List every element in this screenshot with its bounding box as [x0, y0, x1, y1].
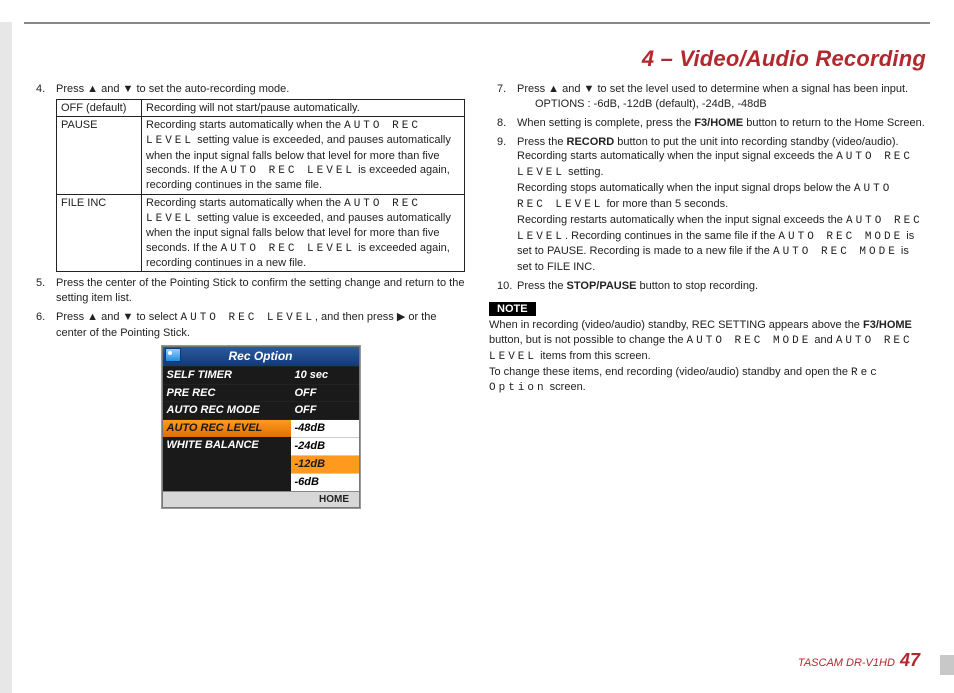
- device-sub-row-highlight: -12dB: [163, 455, 359, 473]
- note-para-2: To change these items, end recording (vi…: [489, 365, 926, 397]
- step4-text: Press ▲ and ▼ to set the auto-recording …: [56, 83, 289, 95]
- steps-left: Press ▲ and ▼ to set the auto-recording …: [28, 82, 465, 508]
- step-8: When setting is complete, press the F3/H…: [517, 116, 926, 131]
- camera-icon: [165, 348, 181, 362]
- table-row: FILE INC Recording starts automatically …: [57, 194, 465, 271]
- device-row: SELF TIMER10 sec: [163, 366, 359, 384]
- right-column: Press ▲ and ▼ to set the level used to d…: [489, 82, 926, 512]
- device-softkeys: HOME: [163, 491, 359, 508]
- cell-off-desc: Recording will not start/pause automatic…: [142, 99, 465, 116]
- model-label: TASCAM DR-V1HD: [798, 657, 895, 669]
- step-5: Press the center of the Pointing Stick t…: [56, 276, 465, 306]
- cell-pause: PAUSE: [57, 117, 142, 194]
- step9-line3: Recording restarts automatically when th…: [517, 213, 926, 275]
- step-10: Press the STOP/PAUSE button to stop reco…: [517, 279, 926, 294]
- cell-fileinc-desc: Recording starts automatically when the …: [142, 194, 465, 271]
- table-row: PAUSE Recording starts automatically whe…: [57, 117, 465, 194]
- note-para-1: When in recording (video/audio) standby,…: [489, 318, 926, 365]
- cell-fileinc: FILE INC: [57, 194, 142, 271]
- step-9: Press the RECORD button to put the unit …: [517, 135, 926, 276]
- device-row: AUTO REC MODEOFF: [163, 401, 359, 419]
- note-badge: NOTE: [489, 302, 536, 316]
- table-row: OFF (default) Recording will not start/p…: [57, 99, 465, 116]
- step-4: Press ▲ and ▼ to set the auto-recording …: [56, 82, 465, 272]
- page-number: 47: [900, 650, 920, 670]
- cell-off: OFF (default): [57, 99, 142, 116]
- binding-gutter: [0, 22, 12, 693]
- chapter-title: 4 – Video/Audio Recording: [642, 46, 926, 72]
- device-title: Rec Option: [163, 347, 359, 365]
- page-footer: TASCAM DR-V1HD 47: [798, 650, 920, 671]
- content-columns: Press ▲ and ▼ to set the auto-recording …: [0, 24, 954, 512]
- thumb-tab: [940, 655, 954, 675]
- step7-options: OPTIONS : -6dB, -12dB (default), -24dB, …: [535, 97, 926, 112]
- device-row: PRE RECOFF: [163, 384, 359, 402]
- steps-right: Press ▲ and ▼ to set the level used to d…: [489, 82, 926, 294]
- step-6: Press ▲ and ▼ to select AUTO REC LEVEL, …: [56, 310, 465, 508]
- step-7: Press ▲ and ▼ to set the level used to d…: [517, 82, 926, 112]
- cell-pause-desc: Recording starts automatically when the …: [142, 117, 465, 194]
- page: 4 – Video/Audio Recording Press ▲ and ▼ …: [0, 22, 954, 693]
- left-column: Press ▲ and ▼ to set the auto-recording …: [28, 82, 465, 512]
- device-sub-row: WHITE BALANCE-24dB: [163, 437, 359, 455]
- step9-line2: Recording stops automatically when the i…: [517, 181, 926, 213]
- auto-rec-mode-table: OFF (default) Recording will not start/p…: [56, 99, 465, 272]
- device-row-selected: AUTO REC LEVEL-48dB: [163, 419, 359, 437]
- device-sub-row: -6dB: [163, 473, 359, 491]
- device-screenshot: Rec Option SELF TIMER10 sec PRE RECOFF A…: [162, 346, 360, 508]
